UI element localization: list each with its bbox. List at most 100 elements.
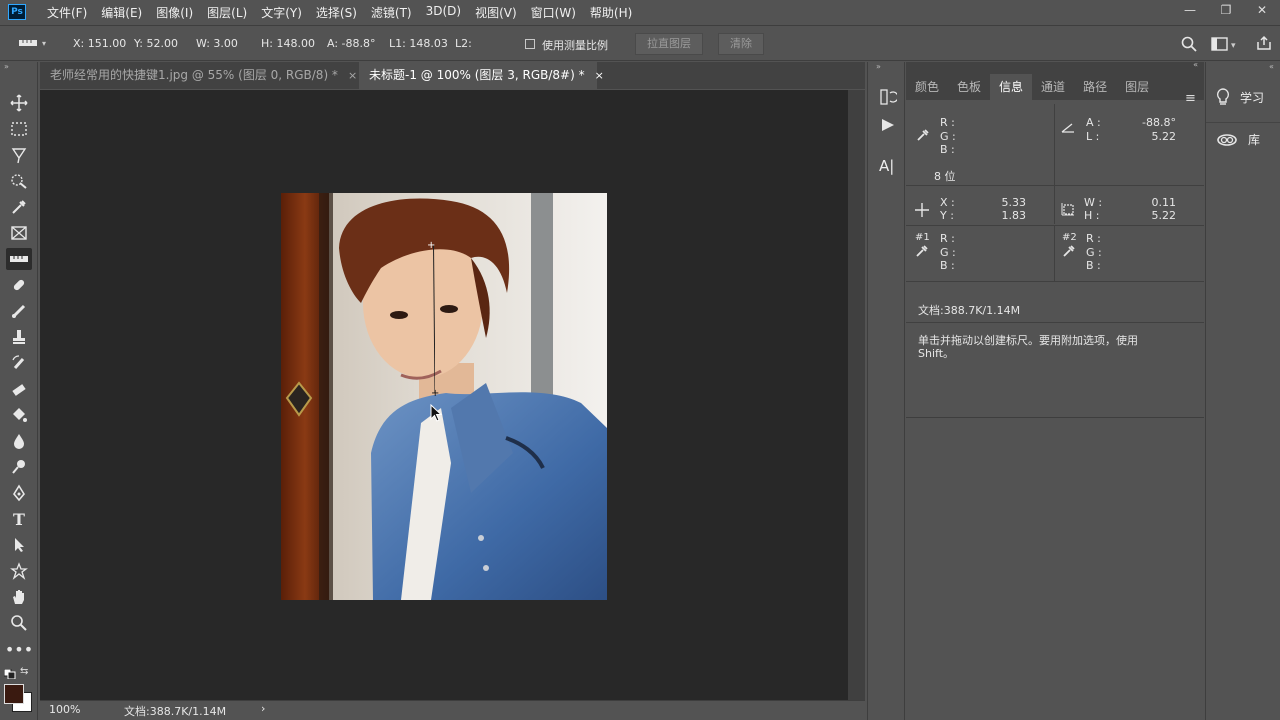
use-measurement-scale-checkbox[interactable] (525, 39, 535, 49)
restore-button[interactable]: ❐ (1208, 0, 1244, 24)
move-tool-icon[interactable] (6, 92, 32, 114)
learn-label: 学习 (1240, 90, 1265, 105)
custom-shape-tool-icon[interactable] (6, 560, 32, 582)
collapse-arrows-icon[interactable]: « (1193, 60, 1198, 69)
library-label: 库 (1248, 133, 1261, 147)
minimize-button[interactable]: — (1172, 0, 1208, 24)
divider (1054, 104, 1055, 224)
ruler-end-crosshair-icon[interactable]: + (431, 388, 439, 399)
more-tools-icon[interactable]: ••• (5, 638, 33, 660)
menu-help[interactable]: 帮助(H) (583, 4, 639, 21)
zoom-tool-icon[interactable] (6, 612, 32, 634)
close-icon[interactable]: × (348, 69, 357, 82)
menu-filter[interactable]: 滤镜(T) (364, 4, 419, 21)
menu-3d[interactable]: 3D(D) (419, 4, 468, 21)
marquee-tool-icon[interactable] (6, 118, 32, 140)
photoshop-logo: Ps (8, 4, 26, 20)
menu-layer[interactable]: 图层(L) (200, 4, 254, 21)
sample-2-g: G : (1086, 246, 1102, 259)
selection-size-icon (1061, 202, 1075, 219)
tab-channels[interactable]: 通道 (1032, 74, 1074, 100)
history-brush-tool-icon[interactable] (6, 352, 32, 374)
opt-w: W: 3.00 (196, 37, 238, 50)
opt-angle: A: -88.8° (327, 37, 376, 50)
collapse-arrows-icon[interactable]: « (1269, 62, 1274, 71)
info-w-label: W : (1084, 196, 1103, 209)
eraser-tool-icon[interactable] (6, 378, 32, 400)
tab-paths[interactable]: 路径 (1074, 74, 1116, 100)
clone-stamp-tool-icon[interactable] (6, 326, 32, 348)
menu-window[interactable]: 窗口(W) (524, 4, 583, 21)
type-tool-icon[interactable]: T (6, 508, 32, 530)
quick-selection-tool-icon[interactable] (6, 170, 32, 192)
tab-swatches[interactable]: 色板 (948, 74, 990, 100)
paint-bucket-tool-icon[interactable] (6, 404, 32, 426)
frame-tool-icon[interactable] (6, 222, 32, 244)
brush-tool-icon[interactable] (6, 300, 32, 322)
panel-header: « (906, 60, 1204, 74)
sample-2-r: R : (1086, 232, 1101, 245)
divider (906, 225, 1204, 226)
close-window-button[interactable]: ✕ (1244, 0, 1280, 24)
collapse-arrows-icon[interactable]: » (4, 62, 9, 71)
ruler-tool-preset-picker[interactable]: ▾ (18, 35, 50, 51)
zoom-level[interactable]: 100% (49, 703, 80, 716)
character-panel-icon[interactable]: A| (879, 157, 894, 175)
dodge-tool-icon[interactable] (6, 456, 32, 478)
divider (906, 281, 1204, 282)
document-image[interactable] (281, 193, 607, 600)
close-icon[interactable]: × (595, 69, 604, 82)
menu-select[interactable]: 选择(S) (309, 4, 364, 21)
tab-document-1[interactable]: 老师经常用的快捷键1.jpg @ 55% (图层 0, RGB/8) * × (40, 62, 358, 89)
eyedropper-tool-icon[interactable] (6, 196, 32, 218)
use-measurement-scale-label[interactable]: 使用测量比例 (542, 37, 608, 53)
learn-panel-button[interactable]: 学习 (1206, 80, 1280, 114)
menu-type[interactable]: 文字(Y) (254, 4, 309, 21)
history-panel-icon[interactable] (879, 88, 899, 109)
share-icon[interactable] (1256, 35, 1272, 54)
status-menu-arrow-icon[interactable]: › (261, 702, 265, 715)
info-bit-depth: 8 位 (934, 170, 956, 183)
chevron-down-icon: ▾ (42, 38, 47, 48)
sample-2-tag: #2 (1062, 232, 1077, 243)
ruler-tool-icon[interactable] (6, 248, 32, 270)
blur-tool-icon[interactable] (6, 430, 32, 452)
menu-edit[interactable]: 编辑(E) (94, 4, 149, 21)
menu-image[interactable]: 图像(I) (149, 4, 200, 21)
library-panel-button[interactable]: 库 (1206, 122, 1280, 156)
menu-view[interactable]: 视图(V) (468, 4, 524, 21)
straighten-layer-button[interactable]: 拉直图层 (635, 33, 703, 55)
right-panel-strip: « 学习 库 (1205, 62, 1280, 720)
info-y-label: Y : (940, 209, 954, 222)
info-x-value: 5.33 (1001, 196, 1027, 209)
lasso-tool-icon[interactable] (6, 144, 32, 166)
ruler-start-crosshair-icon[interactable]: + (427, 240, 435, 251)
menu-file[interactable]: 文件(F) (40, 4, 94, 21)
tab-layers[interactable]: 图层 (1116, 74, 1158, 100)
clear-button[interactable]: 清除 (718, 33, 764, 55)
search-icon[interactable] (1181, 36, 1197, 55)
panel-menu-icon[interactable]: ≡ (1185, 91, 1196, 106)
tab-label: 未标题-1 @ 100% (图层 3, RGB/8#) * (369, 68, 585, 82)
info-panel: « 颜色 色板 信息 通道 路径 图层 ≡ R : G : B : 8 位 A … (906, 60, 1204, 720)
actions-play-icon[interactable] (881, 118, 895, 135)
path-selection-tool-icon[interactable] (6, 534, 32, 556)
collapsed-panel-strip: » A| (867, 62, 905, 720)
collapse-arrows-icon[interactable]: » (876, 62, 881, 71)
opt-h: H: 148.00 (261, 37, 315, 50)
healing-brush-tool-icon[interactable] (6, 274, 32, 296)
info-angle-label: A : (1086, 116, 1101, 129)
workspace-icon[interactable]: ▾ (1211, 37, 1241, 54)
tab-info[interactable]: 信息 (990, 74, 1033, 100)
pen-tool-icon[interactable] (6, 482, 32, 504)
sample-1-tag: #1 (915, 232, 930, 243)
tab-document-2[interactable]: 未标题-1 @ 100% (图层 3, RGB/8#) * × (359, 62, 604, 89)
default-colors-icon[interactable] (3, 668, 16, 682)
hand-tool-icon[interactable] (6, 586, 32, 608)
vertical-scrollbar[interactable] (848, 90, 865, 700)
cursor-arrow-icon (430, 403, 443, 425)
info-g1-label: G : (940, 130, 956, 143)
tab-color[interactable]: 颜色 (906, 74, 948, 100)
foreground-color-swatch[interactable] (4, 684, 24, 704)
swap-colors-icon[interactable]: ⇆ (20, 666, 28, 677)
